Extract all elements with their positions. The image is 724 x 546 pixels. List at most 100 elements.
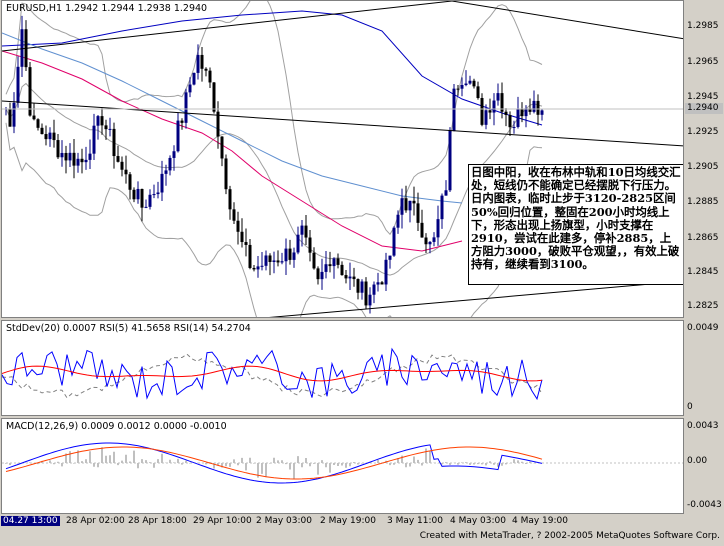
candle-body [504,111,508,115]
candle-body [488,110,492,113]
time-axis-label: 2 May 03:00 [256,516,312,526]
candle-body [84,159,88,163]
macd-canvas[interactable] [2,419,684,514]
stddev-rsi-pane[interactable]: StdDev(20) 0.0007 RSI(5) 41.5658 RSI(14)… [1,320,684,416]
time-axis-label: 04.27 13:00 [1,516,60,526]
candle-body [512,126,516,128]
indicator2-axis-max: 0.0043 [687,421,719,431]
candle-body [56,140,60,158]
candle-body [396,214,400,228]
candle-body [48,132,52,140]
candle-body [296,234,300,253]
stddev-rsi-canvas[interactable] [2,321,684,416]
candle-body [140,188,144,208]
candle-body [96,116,100,126]
candle-body [60,152,64,158]
candle-body [36,119,40,128]
candle-body [196,54,200,73]
candle-body [312,252,316,269]
candle-body [108,128,112,130]
candle-body [364,281,368,306]
price-axis-label: 1.2925 [687,127,719,137]
candle-body [460,85,464,89]
macd-pane[interactable]: MACD(12,26,9) 0.0009 0.0012 0.0000 -0.00… [1,418,684,514]
time-axis-label: 2 May 19:00 [320,516,376,526]
moving-average-magenta-line [2,50,463,252]
price-axis-label: 1.2845 [687,267,719,277]
candle-body [88,153,92,160]
price-axis-label: 1.2825 [687,301,719,311]
price-axis-label: 1.2905 [687,162,719,172]
candle-body [268,255,272,262]
candle-body [208,70,212,83]
candle-body [288,248,292,260]
candle-body [472,80,476,87]
current-price-tag: 1.2940 [685,103,723,114]
candle-body [104,125,108,130]
candle-body [420,222,424,238]
price-axis-label: 1.2865 [687,233,719,243]
indicator2-axis: 0.0043 0.00 -0.0043 [685,418,724,514]
price-chart-pane[interactable]: EURUSD,H1 1.2942 1.2944 1.2938 1.2940 日图… [1,0,684,318]
price-axis-label: 1.2885 [687,197,719,207]
candle-body [112,128,116,157]
candle-body [540,110,544,115]
candle-body [156,192,160,195]
candle-body [400,198,404,215]
time-axis-label: 29 Apr 10:00 [193,516,252,526]
candle-body [428,241,432,245]
credit-text: Created with MetaTrader, ? 2002-2005 Met… [419,531,720,541]
trendline-middle [2,100,683,147]
candle-body [304,225,308,238]
indicator2-axis-min: -0.0043 [687,500,722,510]
price-axis-label: 1.2945 [687,92,719,102]
analysis-annotation: 日图中阳，收在布林中轨和10日均线交汇处，短线仍不能确定已经摆脱下行压力。日内图… [468,164,683,285]
candle-body [276,260,280,263]
time-axis-label: 4 May 19:00 [512,516,568,526]
candle-body [100,116,104,126]
candle-body [220,136,224,159]
candle-body [152,194,156,196]
candle-body [492,100,496,113]
time-axis-label: 3 May 11:00 [387,516,443,526]
candle-body [356,279,360,293]
candle-body [144,206,148,208]
candle-body [92,125,96,154]
candle-body [176,120,180,152]
price-axis-label: 1.2985 [687,21,719,31]
candle-body [440,195,444,220]
moving-average-light-blue-line [2,32,463,204]
candle-body [188,84,192,93]
candle-body [324,264,328,272]
candle-body [524,108,528,117]
candle-body [432,237,436,242]
candle-body [248,244,252,268]
candle-body [392,227,396,256]
price-axis: 1.2985 1.2965 1.2945 1.2925 1.2905 1.2885 1.28… [685,0,724,318]
candle-body [424,237,428,245]
candle-body [8,108,12,127]
candle-body [120,161,124,170]
indicator1-header: StdDev(20) 0.0007 RSI(5) 41.5658 RSI(14)… [6,323,251,334]
candle-body [116,156,120,162]
candle-body [416,203,420,223]
indicator2-axis-zero: 0.00 [687,456,708,466]
candle-body [436,219,440,238]
candle-body [408,200,412,211]
candle-body [16,66,20,103]
candle-body [72,152,76,166]
trendline-lower [269,280,683,317]
candle-body [452,88,456,131]
candle-body [328,264,332,267]
candle-body [332,258,336,267]
candle-body [272,260,276,262]
candle-body [412,200,416,204]
candle-body [184,92,188,123]
candle-body [200,54,204,69]
time-axis-label: 4 May 03:00 [450,516,506,526]
candle-body [28,67,32,116]
candle-body [64,152,68,161]
candle-body [52,132,56,141]
candle-body [456,88,460,90]
candle-body [320,271,324,280]
